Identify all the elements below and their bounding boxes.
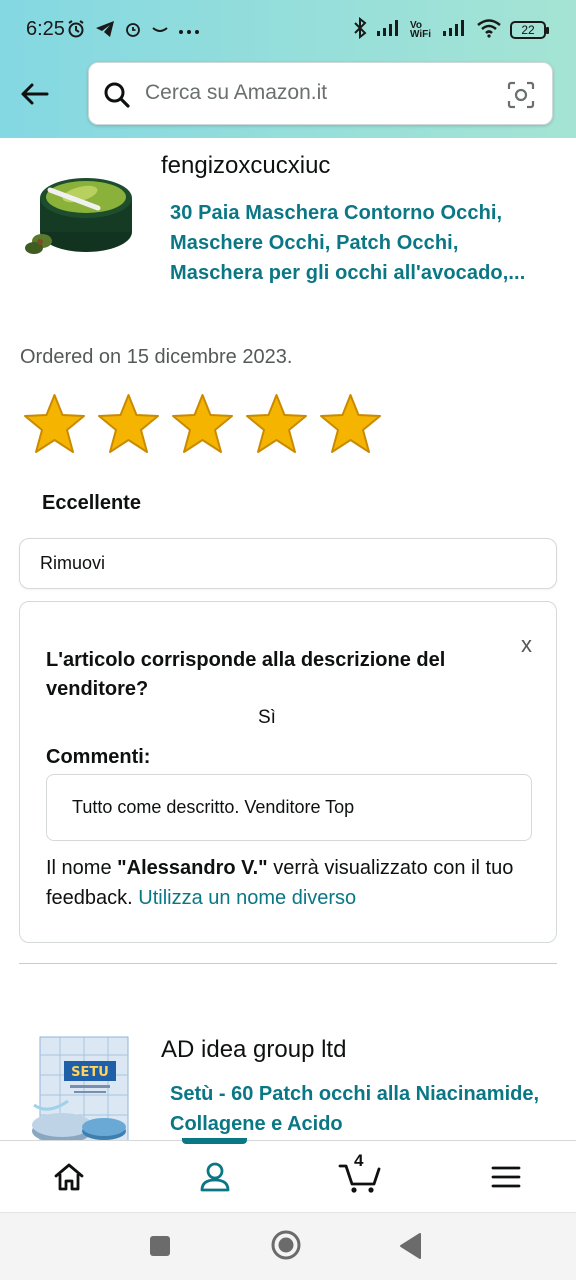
star-icon-4[interactable] xyxy=(244,393,309,455)
signal-icon xyxy=(376,19,402,41)
arrow-left-icon xyxy=(21,83,49,105)
star-rating[interactable] xyxy=(22,393,383,455)
product-image-2[interactable]: SETU xyxy=(28,1035,132,1143)
account-icon xyxy=(200,1162,230,1192)
status-time: 6:25 xyxy=(26,18,65,40)
nav-account[interactable] xyxy=(190,1157,240,1197)
back-button[interactable] xyxy=(14,74,54,114)
divider xyxy=(19,963,557,964)
rating-label: Eccellente xyxy=(42,492,141,514)
star-icon-1[interactable] xyxy=(22,393,87,455)
star-icon-2[interactable] xyxy=(96,393,161,455)
product-2-logo-text: SETU xyxy=(71,1065,109,1080)
back-system-button[interactable] xyxy=(398,1232,422,1265)
amazon-smile-icon xyxy=(151,23,169,39)
nav-menu[interactable] xyxy=(481,1157,531,1197)
notice-prefix: Il nome xyxy=(46,857,118,879)
remove-button-label: Rimuovi xyxy=(40,553,106,573)
battery-icon: 22 xyxy=(510,21,549,39)
order-date: Ordered on 15 dicembre 2023. xyxy=(20,346,293,368)
signal-icon-2 xyxy=(442,19,468,41)
name-notice: Il nome "Alessandro V." verrà visualizza… xyxy=(46,853,536,913)
status-bar: 6:25 Vo WiFi 22 xyxy=(0,0,576,62)
recents-button[interactable] xyxy=(148,1234,172,1263)
star-icon-3[interactable] xyxy=(170,393,235,455)
seller-name[interactable]: fengizoxcucxiuc xyxy=(161,152,330,180)
product-title-2[interactable]: Setù - 60 Patch occhi alla Niacinamide, … xyxy=(170,1079,560,1139)
menu-icon xyxy=(491,1166,521,1188)
product-title[interactable]: 30 Paia Maschera Contorno Occhi, Mascher… xyxy=(170,198,550,288)
app-header: 6:25 Vo WiFi 22 Cerca su Amazon.it xyxy=(0,0,576,138)
alarm-icon xyxy=(66,19,86,43)
display-name: "Alessandro V." xyxy=(117,857,268,879)
more-icon xyxy=(178,23,200,39)
comment-text: Tutto come descritto. Venditore Top xyxy=(72,797,355,817)
triangle-back-icon xyxy=(400,1233,421,1259)
feedback-answer[interactable]: Sì xyxy=(258,707,276,729)
nav-home[interactable] xyxy=(44,1157,94,1197)
home-system-button[interactable] xyxy=(270,1229,302,1266)
nav-cart[interactable]: 4 xyxy=(334,1151,386,1197)
change-name-link[interactable]: Utilizza un nome diverso xyxy=(138,887,356,909)
product-image[interactable] xyxy=(20,168,146,258)
remove-button[interactable]: Rimuovi xyxy=(19,538,557,589)
system-icons: Vo WiFi 22 xyxy=(352,16,549,43)
comments-label: Commenti: xyxy=(46,746,151,768)
home-icon xyxy=(54,1163,84,1191)
circle-icon xyxy=(271,1230,301,1260)
square-icon xyxy=(150,1236,170,1256)
camera-scan-icon[interactable] xyxy=(506,80,536,115)
active-tab-indicator xyxy=(182,1138,247,1144)
star-icon-5[interactable] xyxy=(318,393,383,455)
wifi-icon xyxy=(476,18,502,42)
clock-icon xyxy=(124,20,142,42)
telegram-icon xyxy=(95,20,115,42)
comment-field[interactable]: Tutto come descritto. Venditore Top xyxy=(46,774,532,841)
close-button[interactable]: x xyxy=(521,632,532,658)
notification-icons xyxy=(66,19,200,43)
search-icon xyxy=(103,81,131,114)
search-input[interactable]: Cerca su Amazon.it xyxy=(145,81,327,105)
bottom-nav: 4 xyxy=(0,1138,576,1212)
system-nav-bar xyxy=(0,1212,576,1280)
feedback-question: L'articolo corrisponde alla descrizione … xyxy=(46,649,446,700)
bluetooth-icon xyxy=(352,16,368,43)
feedback-card: x L'articolo corrisponde alla descrizion… xyxy=(19,601,557,943)
seller-name-2[interactable]: AD idea group ltd xyxy=(161,1036,346,1064)
cart-count: 4 xyxy=(354,1151,364,1170)
search-bar[interactable]: Cerca su Amazon.it xyxy=(88,62,553,125)
vowifi-label: Vo WiFi xyxy=(410,20,432,40)
